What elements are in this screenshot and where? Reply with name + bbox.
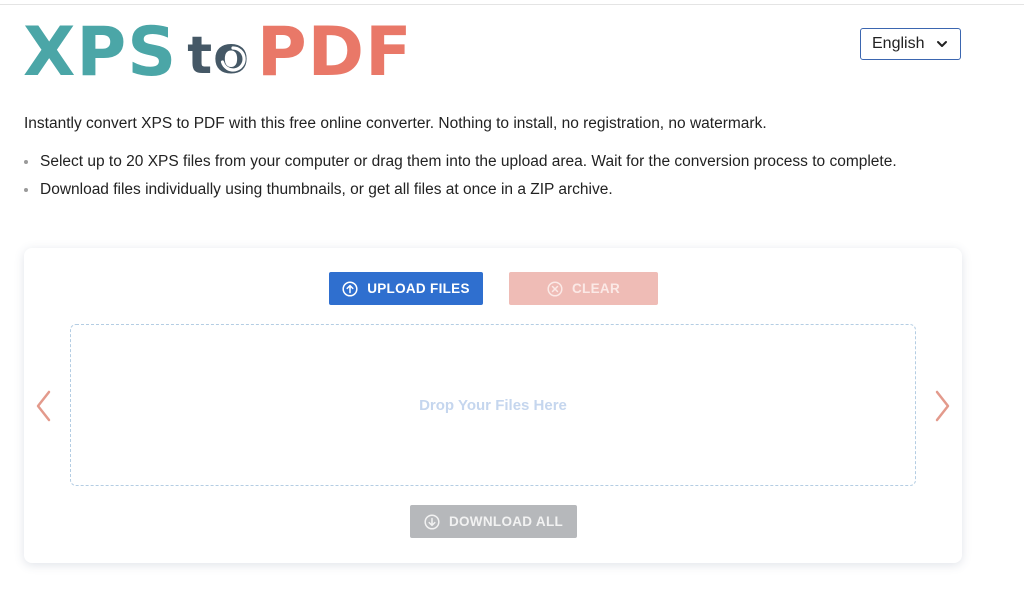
drop-zone-hint: Drop Your Files Here <box>419 396 567 414</box>
intro-text: Instantly convert XPS to PDF with this f… <box>24 115 767 132</box>
top-divider <box>0 4 1024 5</box>
swirl-icon <box>220 46 246 72</box>
language-select-value: English <box>872 35 925 52</box>
clear-button[interactable]: CLEAR <box>509 272 658 305</box>
converter-panel: UPLOAD FILES CLEAR Drop Your Files Here … <box>24 248 962 563</box>
logo-xps: XPS <box>23 13 178 92</box>
list-item-text: Select up to 20 XPS files from your comp… <box>40 153 897 170</box>
arrow-up-circle-icon <box>342 280 358 297</box>
upload-files-label: UPLOAD FILES <box>367 281 470 296</box>
logo-to: to <box>187 26 250 86</box>
site-logo[interactable]: XPS to PDF <box>23 13 413 92</box>
list-item: Select up to 20 XPS files from your comp… <box>24 152 897 180</box>
language-select[interactable]: English <box>860 28 961 60</box>
next-arrow-button[interactable] <box>930 388 954 424</box>
chevron-left-icon <box>36 390 51 422</box>
clear-label: CLEAR <box>572 281 620 296</box>
bullet-dot <box>24 160 28 164</box>
arrow-down-circle-icon <box>424 513 440 530</box>
list-item: Download files individually using thumbn… <box>24 180 897 208</box>
instructions-list: Select up to 20 XPS files from your comp… <box>24 152 897 208</box>
logo-pdf: PDF <box>256 13 413 92</box>
upload-files-button[interactable]: UPLOAD FILES <box>329 272 483 305</box>
download-all-button[interactable]: DOWNLOAD ALL <box>410 505 577 538</box>
file-drop-zone[interactable]: Drop Your Files Here <box>70 324 916 486</box>
download-all-label: DOWNLOAD ALL <box>448 514 564 529</box>
list-item-text: Download files individually using thumbn… <box>40 181 613 198</box>
chevron-down-icon <box>937 41 947 47</box>
chevron-right-icon <box>935 390 950 422</box>
prev-arrow-button[interactable] <box>32 388 56 424</box>
x-circle-icon <box>547 280 563 297</box>
bullet-dot <box>24 188 28 192</box>
